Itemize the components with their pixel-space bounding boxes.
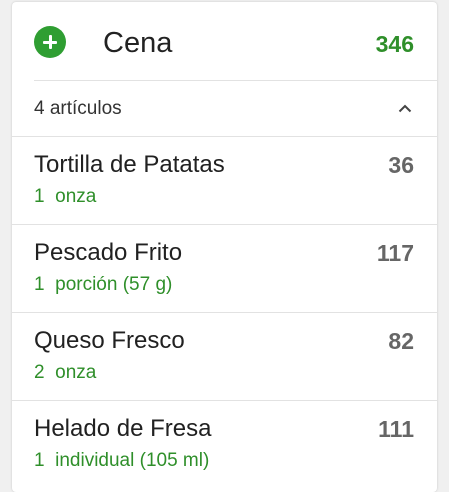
chevron-up-icon[interactable]	[398, 103, 412, 115]
add-food-plus-icon[interactable]	[34, 26, 66, 58]
food-portion: 1 porción (57 g)	[34, 274, 173, 295]
food-item[interactable]: Queso Fresco 2 onza 82	[12, 313, 437, 401]
food-item[interactable]: Pescado Frito 1 porción (57 g) 117	[12, 225, 437, 313]
food-calories: 82	[388, 328, 414, 354]
food-portion: 2 onza	[34, 362, 97, 383]
food-portion: 1 onza	[34, 186, 97, 207]
food-item[interactable]: Helado de Fresa 1 individual (105 ml) 11…	[12, 401, 437, 489]
food-name: Pescado Frito	[34, 239, 183, 266]
food-item[interactable]: Tortilla de Patatas 1 onza 36	[12, 137, 437, 225]
food-calories: 111	[378, 416, 414, 442]
food-name: Tortilla de Patatas	[34, 151, 225, 178]
meal-card: Cena 346 4 artículos Tortilla de Patatas…	[12, 2, 437, 492]
food-name: Helado de Fresa	[34, 415, 212, 442]
food-calories: 36	[388, 152, 414, 178]
items-count: 4 artículos	[34, 98, 122, 119]
food-name: Queso Fresco	[34, 327, 185, 354]
food-calories: 117	[376, 240, 414, 266]
meal-total-calories: 346	[375, 31, 414, 57]
food-portion: 1 individual (105 ml)	[34, 450, 210, 471]
items-summary-toggle[interactable]: 4 artículos	[12, 81, 437, 137]
meal-header: Cena 346	[12, 2, 437, 80]
meal-title: Cena	[103, 27, 173, 59]
